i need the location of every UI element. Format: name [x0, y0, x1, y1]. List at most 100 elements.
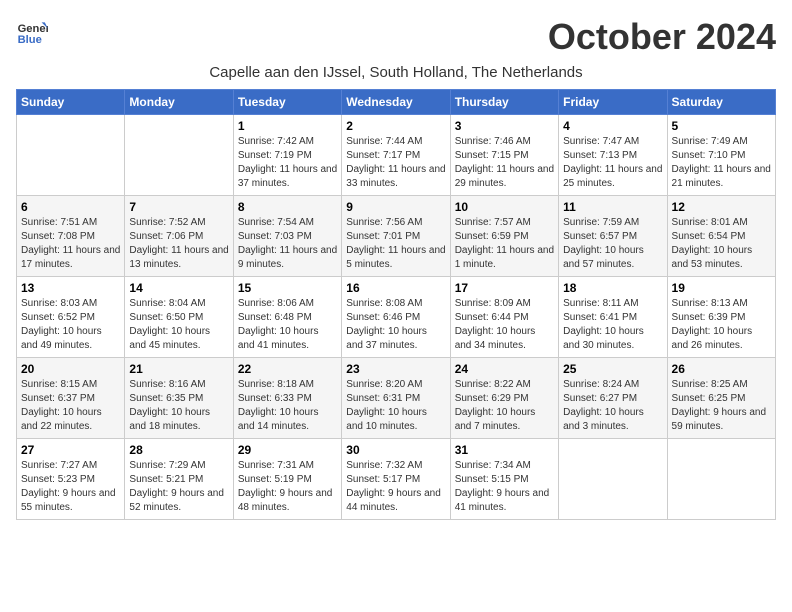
- calendar-day-cell: 12 Sunrise: 8:01 AM Sunset: 6:54 PM Dayli…: [667, 196, 775, 277]
- calendar-day-cell: 10 Sunrise: 7:57 AM Sunset: 6:59 PM Dayli…: [450, 196, 558, 277]
- calendar-day-header: Tuesday: [233, 90, 341, 115]
- calendar-day-cell: 8 Sunrise: 7:54 AM Sunset: 7:03 PM Daylig…: [233, 196, 341, 277]
- day-info: Sunrise: 8:15 AM Sunset: 6:37 PM Dayligh…: [21, 378, 120, 434]
- month-title: October 2024: [548, 16, 776, 58]
- day-info: Sunrise: 7:47 AM Sunset: 7:13 PM Dayligh…: [563, 135, 662, 191]
- day-info: Sunrise: 7:42 AM Sunset: 7:19 PM Dayligh…: [238, 135, 337, 191]
- day-number: 28: [129, 443, 228, 457]
- calendar-header-row: SundayMondayTuesdayWednesdayThursdayFrid…: [17, 90, 776, 115]
- day-number: 14: [129, 281, 228, 295]
- calendar-day-cell: 16 Sunrise: 8:08 AM Sunset: 6:46 PM Dayli…: [342, 277, 450, 358]
- day-info: Sunrise: 8:24 AM Sunset: 6:27 PM Dayligh…: [563, 378, 662, 434]
- calendar-day-cell: 28 Sunrise: 7:29 AM Sunset: 5:21 PM Dayli…: [125, 439, 233, 520]
- calendar-day-cell: 13 Sunrise: 8:03 AM Sunset: 6:52 PM Dayli…: [17, 277, 125, 358]
- day-info: Sunrise: 7:49 AM Sunset: 7:10 PM Dayligh…: [672, 135, 771, 191]
- day-info: Sunrise: 8:25 AM Sunset: 6:25 PM Dayligh…: [672, 378, 771, 434]
- day-info: Sunrise: 7:29 AM Sunset: 5:21 PM Dayligh…: [129, 459, 228, 515]
- day-number: 30: [346, 443, 445, 457]
- day-number: 19: [672, 281, 771, 295]
- calendar-day-cell: 20Sunrise: 8:15 AM Sunset: 6:37 PM Dayli…: [17, 358, 125, 439]
- calendar-day-cell: 6 Sunrise: 7:51 AM Sunset: 7:08 PM Daylig…: [17, 196, 125, 277]
- day-info: Sunrise: 8:11 AM Sunset: 6:41 PM Dayligh…: [563, 297, 662, 353]
- day-info: Sunrise: 7:46 AM Sunset: 7:15 PM Dayligh…: [455, 135, 554, 191]
- day-number: 27: [21, 443, 120, 457]
- day-info: Sunrise: 7:52 AM Sunset: 7:06 PM Dayligh…: [129, 216, 228, 272]
- day-info: Sunrise: 7:32 AM Sunset: 5:17 PM Dayligh…: [346, 459, 445, 515]
- day-number: 11: [563, 200, 662, 214]
- day-info: Sunrise: 7:57 AM Sunset: 6:59 PM Dayligh…: [455, 216, 554, 272]
- calendar-day-cell: [667, 439, 775, 520]
- day-info: Sunrise: 8:08 AM Sunset: 6:46 PM Dayligh…: [346, 297, 445, 353]
- day-info: Sunrise: 7:44 AM Sunset: 7:17 PM Dayligh…: [346, 135, 445, 191]
- day-info: Sunrise: 8:03 AM Sunset: 6:52 PM Dayligh…: [21, 297, 120, 353]
- day-number: 8: [238, 200, 337, 214]
- calendar-body: 1 Sunrise: 7:42 AM Sunset: 7:19 PM Daylig…: [17, 115, 776, 520]
- calendar-day-cell: [17, 115, 125, 196]
- day-info: Sunrise: 7:54 AM Sunset: 7:03 PM Dayligh…: [238, 216, 337, 272]
- day-info: Sunrise: 7:31 AM Sunset: 5:19 PM Dayligh…: [238, 459, 337, 515]
- day-number: 16: [346, 281, 445, 295]
- calendar-day-header: Sunday: [17, 90, 125, 115]
- day-info: Sunrise: 8:16 AM Sunset: 6:35 PM Dayligh…: [129, 378, 228, 434]
- day-number: 24: [455, 362, 554, 376]
- day-number: 21: [129, 362, 228, 376]
- day-info: Sunrise: 7:56 AM Sunset: 7:01 PM Dayligh…: [346, 216, 445, 272]
- day-info: Sunrise: 8:09 AM Sunset: 6:44 PM Dayligh…: [455, 297, 554, 353]
- day-number: 17: [455, 281, 554, 295]
- calendar-day-header: Friday: [559, 90, 667, 115]
- calendar-day-cell: 25Sunrise: 8:24 AM Sunset: 6:27 PM Dayli…: [559, 358, 667, 439]
- calendar-day-cell: 2Sunrise: 7:44 AM Sunset: 7:17 PM Daylig…: [342, 115, 450, 196]
- calendar-day-cell: 21 Sunrise: 8:16 AM Sunset: 6:35 PM Dayli…: [125, 358, 233, 439]
- day-info: Sunrise: 8:06 AM Sunset: 6:48 PM Dayligh…: [238, 297, 337, 353]
- day-number: 3: [455, 119, 554, 133]
- day-info: Sunrise: 8:13 AM Sunset: 6:39 PM Dayligh…: [672, 297, 771, 353]
- day-number: 7: [129, 200, 228, 214]
- calendar-day-cell: [559, 439, 667, 520]
- day-info: Sunrise: 8:01 AM Sunset: 6:54 PM Dayligh…: [672, 216, 771, 272]
- day-number: 22: [238, 362, 337, 376]
- day-number: 15: [238, 281, 337, 295]
- day-number: 29: [238, 443, 337, 457]
- day-info: Sunrise: 7:59 AM Sunset: 6:57 PM Dayligh…: [563, 216, 662, 272]
- day-info: Sunrise: 8:22 AM Sunset: 6:29 PM Dayligh…: [455, 378, 554, 434]
- logo: General Blue: [16, 16, 48, 48]
- calendar-day-header: Thursday: [450, 90, 558, 115]
- day-info: Sunrise: 8:04 AM Sunset: 6:50 PM Dayligh…: [129, 297, 228, 353]
- calendar-day-cell: 19 Sunrise: 8:13 AM Sunset: 6:39 PM Dayli…: [667, 277, 775, 358]
- logo-icon: General Blue: [16, 16, 48, 48]
- calendar-day-cell: 3 Sunrise: 7:46 AM Sunset: 7:15 PM Daylig…: [450, 115, 558, 196]
- calendar-day-cell: 31Sunrise: 7:34 AM Sunset: 5:15 PM Dayli…: [450, 439, 558, 520]
- day-info: Sunrise: 8:18 AM Sunset: 6:33 PM Dayligh…: [238, 378, 337, 434]
- day-number: 6: [21, 200, 120, 214]
- calendar-day-cell: 11 Sunrise: 7:59 AM Sunset: 6:57 PM Dayli…: [559, 196, 667, 277]
- calendar-day-cell: 14 Sunrise: 8:04 AM Sunset: 6:50 PM Dayli…: [125, 277, 233, 358]
- calendar-day-cell: 15 Sunrise: 8:06 AM Sunset: 6:48 PM Dayli…: [233, 277, 341, 358]
- calendar-day-cell: 18 Sunrise: 8:11 AM Sunset: 6:41 PM Dayli…: [559, 277, 667, 358]
- calendar-day-cell: 22 Sunrise: 8:18 AM Sunset: 6:33 PM Dayli…: [233, 358, 341, 439]
- calendar-day-cell: 26Sunrise: 8:25 AM Sunset: 6:25 PM Dayli…: [667, 358, 775, 439]
- day-info: Sunrise: 7:51 AM Sunset: 7:08 PM Dayligh…: [21, 216, 120, 272]
- calendar-day-cell: 23Sunrise: 8:20 AM Sunset: 6:31 PM Dayli…: [342, 358, 450, 439]
- calendar-week-row: 13 Sunrise: 8:03 AM Sunset: 6:52 PM Dayli…: [17, 277, 776, 358]
- calendar-day-cell: 5Sunrise: 7:49 AM Sunset: 7:10 PM Daylig…: [667, 115, 775, 196]
- calendar-day-header: Wednesday: [342, 90, 450, 115]
- calendar-week-row: 6 Sunrise: 7:51 AM Sunset: 7:08 PM Daylig…: [17, 196, 776, 277]
- day-number: 10: [455, 200, 554, 214]
- calendar-day-cell: [125, 115, 233, 196]
- calendar-day-cell: 27 Sunrise: 7:27 AM Sunset: 5:23 PM Dayli…: [17, 439, 125, 520]
- calendar-day-header: Monday: [125, 90, 233, 115]
- calendar-day-cell: 4Sunrise: 7:47 AM Sunset: 7:13 PM Daylig…: [559, 115, 667, 196]
- calendar-week-row: 1 Sunrise: 7:42 AM Sunset: 7:19 PM Daylig…: [17, 115, 776, 196]
- calendar-day-cell: 7 Sunrise: 7:52 AM Sunset: 7:06 PM Daylig…: [125, 196, 233, 277]
- day-number: 1: [238, 119, 337, 133]
- calendar-day-cell: 30 Sunrise: 7:32 AM Sunset: 5:17 PM Dayli…: [342, 439, 450, 520]
- day-number: 12: [672, 200, 771, 214]
- day-info: Sunrise: 7:27 AM Sunset: 5:23 PM Dayligh…: [21, 459, 120, 515]
- day-number: 13: [21, 281, 120, 295]
- calendar-week-row: 27 Sunrise: 7:27 AM Sunset: 5:23 PM Dayli…: [17, 439, 776, 520]
- day-info: Sunrise: 7:34 AM Sunset: 5:15 PM Dayligh…: [455, 459, 554, 515]
- svg-text:Blue: Blue: [18, 34, 42, 46]
- day-number: 9: [346, 200, 445, 214]
- calendar-day-cell: 24 Sunrise: 8:22 AM Sunset: 6:29 PM Dayli…: [450, 358, 558, 439]
- day-number: 18: [563, 281, 662, 295]
